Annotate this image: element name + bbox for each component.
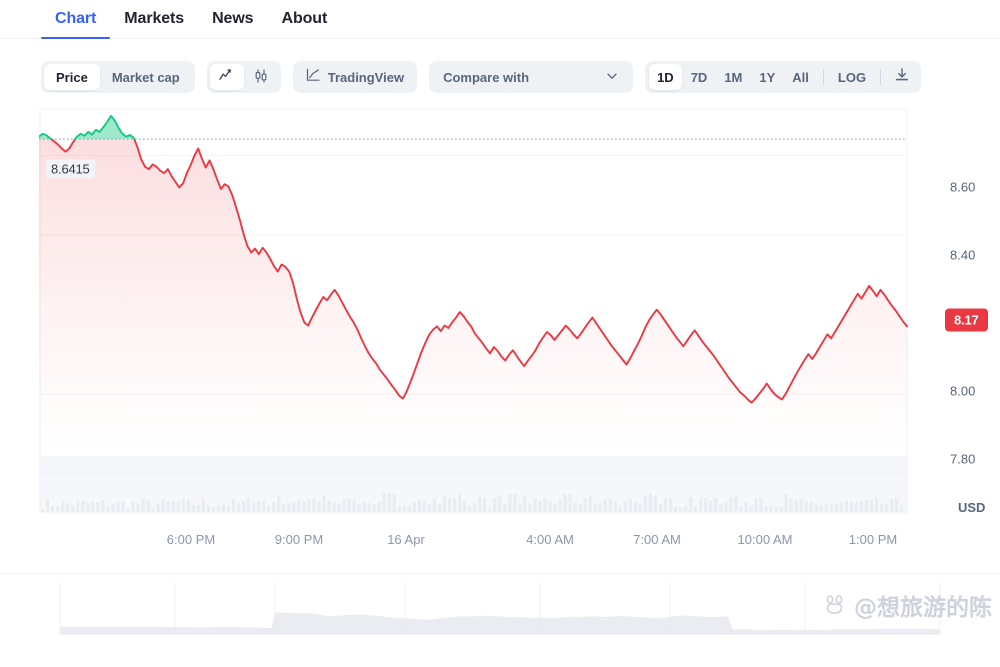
x-axis-label-4: 7:00 AM <box>633 532 681 547</box>
volume-bars <box>40 456 907 512</box>
log-scale-label: LOG <box>837 69 867 85</box>
tab-chart-label: Chart <box>55 10 97 27</box>
tab-news-label: News <box>212 10 254 27</box>
chart-type-toggle <box>206 61 281 93</box>
chart-toolbar: Price Market cap TradingView Compare wit… <box>0 39 1000 95</box>
price-chart[interactable]: 8.60 8.40 8.00 7.80 USD 8.17 8.6415 6:00… <box>39 108 1000 563</box>
range-1d-label: 1D <box>657 69 674 85</box>
compare-with-dropdown[interactable]: Compare with <box>429 61 634 93</box>
x-axis-label-6: 1:00 PM <box>848 532 898 547</box>
chevron-down-icon <box>605 69 619 86</box>
x-axis-label-2: 16 Apr <box>387 532 425 547</box>
currency-label: USD <box>958 500 986 515</box>
y-axis-label-800: 8.00 <box>950 383 976 399</box>
chart-type-line[interactable] <box>209 64 244 90</box>
range-1m[interactable]: 1M <box>716 64 750 90</box>
range-7d[interactable]: 7D <box>683 64 716 90</box>
toggle-price[interactable]: Price <box>44 64 100 90</box>
range-all[interactable]: All <box>784 64 817 90</box>
tab-markets[interactable]: Markets <box>110 11 198 38</box>
x-axis-label-0: 6:00 PM <box>166 532 216 547</box>
current-price-badge: 8.17 <box>945 308 988 332</box>
range-all-label: All <box>792 69 809 85</box>
tab-about[interactable]: About <box>267 11 341 38</box>
log-scale-toggle[interactable]: LOG <box>830 64 874 90</box>
tradingview-button[interactable]: TradingView <box>292 61 418 93</box>
price-marketcap-toggle: Price Market cap <box>41 61 195 93</box>
compare-with-label: Compare with <box>443 69 530 85</box>
trading-chart-icon <box>306 68 321 86</box>
candlestick-icon <box>253 68 269 87</box>
toggle-market-cap-label: Market cap <box>111 69 180 85</box>
tab-news[interactable]: News <box>198 11 267 38</box>
reference-price-label: 8.6415 <box>46 159 95 179</box>
x-axis-label-5: 10:00 AM <box>737 532 793 547</box>
toggle-price-label: Price <box>56 69 88 85</box>
range-selector-minichart[interactable] <box>0 574 1000 643</box>
range-selector-strip[interactable]: @想旅游的陈 <box>0 573 1000 643</box>
y-axis-label-840: 8.40 <box>950 247 976 263</box>
download-icon <box>894 67 910 88</box>
line-chart-icon <box>219 68 234 86</box>
primary-tab-bar: Chart Markets News About <box>0 0 1000 39</box>
range-1d[interactable]: 1D <box>649 64 682 90</box>
toolbar-divider-2 <box>880 69 882 85</box>
range-7d-label: 7D <box>690 69 708 85</box>
price-chart-canvas[interactable] <box>39 108 1000 563</box>
range-1y[interactable]: 1Y <box>751 64 783 90</box>
tradingview-label: TradingView <box>327 69 405 85</box>
toolbar-divider-1 <box>822 69 824 85</box>
tab-chart[interactable]: Chart <box>41 10 111 39</box>
tab-about-label: About <box>281 10 328 27</box>
range-1y-label: 1Y <box>759 69 776 85</box>
toggle-market-cap[interactable]: Market cap <box>100 64 192 90</box>
time-range-selector: 1D 7D 1M 1Y All LOG <box>645 61 922 93</box>
y-axis-label-860: 8.60 <box>950 179 976 195</box>
y-axis-label-780: 7.80 <box>950 451 976 467</box>
download-button[interactable] <box>887 67 917 88</box>
range-1m-label: 1M <box>724 69 743 85</box>
x-axis-label-1: 9:00 PM <box>274 532 324 547</box>
chart-type-candlestick[interactable] <box>244 64 278 90</box>
tab-markets-label: Markets <box>124 10 185 27</box>
range-selector-area <box>60 612 940 634</box>
x-axis-label-3: 4:00 AM <box>526 532 574 547</box>
